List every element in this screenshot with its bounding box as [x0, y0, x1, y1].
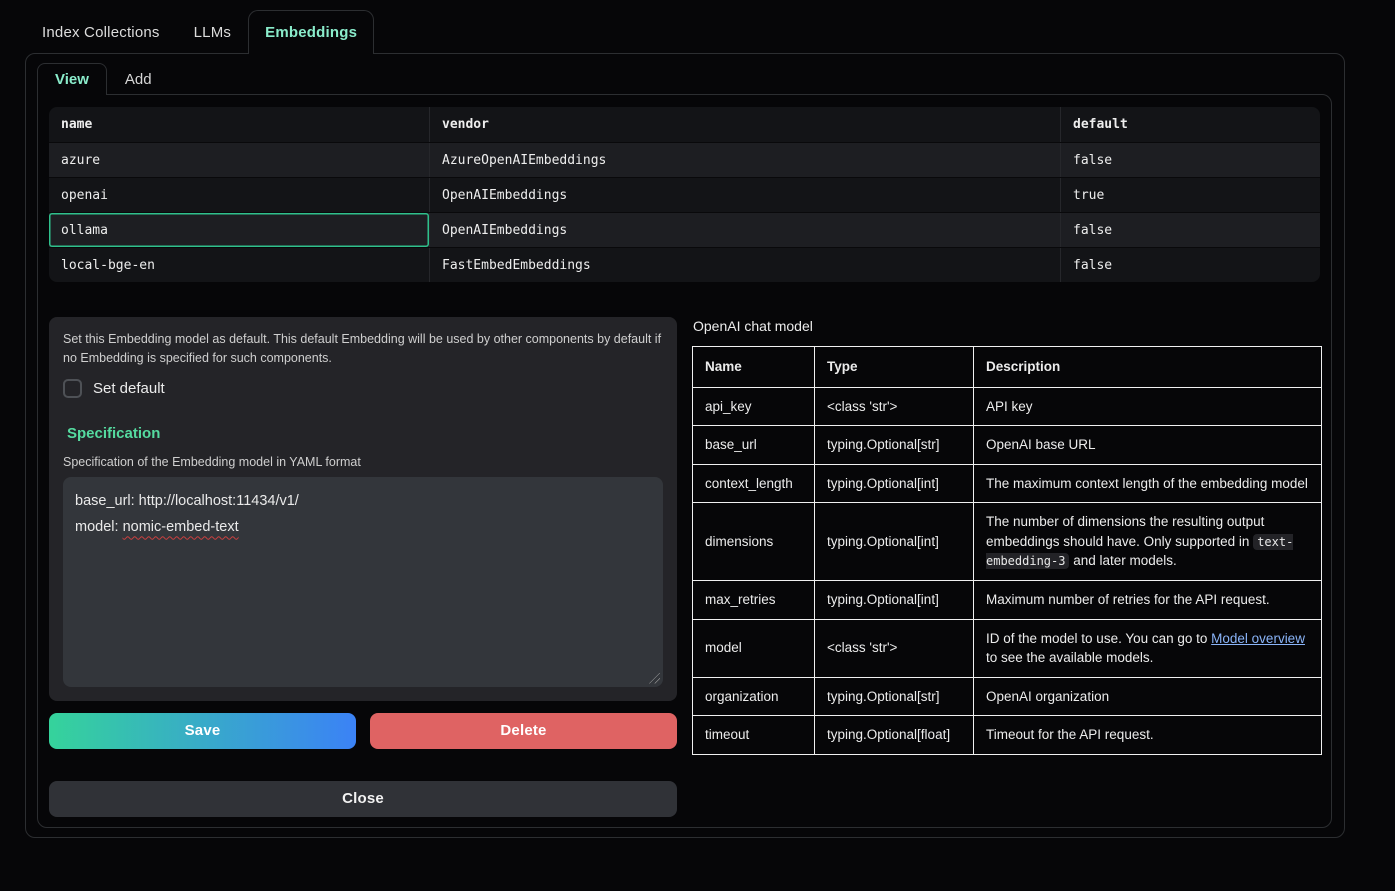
param-type: <class 'str'> — [815, 619, 974, 677]
cell-default: false — [1060, 213, 1320, 247]
param-name: max_retries — [693, 580, 815, 619]
delete-button[interactable]: Delete — [370, 713, 677, 749]
tab-add[interactable]: Add — [107, 63, 170, 94]
textarea-resize-handle[interactable] — [649, 673, 660, 684]
param-name: model — [693, 619, 815, 677]
param-type: typing.Optional[float] — [815, 716, 974, 755]
cell-vendor: OpenAIEmbeddings — [429, 178, 1060, 212]
param-row-context-length: context_length typing.Optional[int] The … — [693, 464, 1322, 503]
table-row-azure[interactable]: azure AzureOpenAIEmbeddings false — [49, 142, 1320, 177]
cell-name[interactable]: openai — [49, 178, 429, 212]
param-type: typing.Optional[int] — [815, 464, 974, 503]
param-type: <class 'str'> — [815, 387, 974, 426]
cell-default: false — [1060, 248, 1320, 282]
params-table: Name Type Description api_key <class 'st… — [692, 346, 1322, 755]
param-name: context_length — [693, 464, 815, 503]
specification-heading: Specification — [67, 425, 663, 442]
set-default-checkbox-row[interactable]: Set default — [63, 379, 663, 398]
table-header-row: name vendor default — [49, 107, 1320, 142]
param-row-dimensions: dimensions typing.Optional[int] The numb… — [693, 503, 1322, 581]
set-default-checkbox[interactable] — [63, 379, 82, 398]
param-row-api-key: api_key <class 'str'> API key — [693, 387, 1322, 426]
yaml-line-2: model: nomic-embed-text — [75, 514, 651, 541]
param-name: api_key — [693, 387, 815, 426]
cell-name-selected[interactable]: ollama — [49, 213, 429, 247]
param-name: dimensions — [693, 503, 815, 581]
param-name: base_url — [693, 426, 815, 465]
param-row-organization: organization typing.Optional[str] OpenAI… — [693, 677, 1322, 716]
sub-tab-bar: View Add — [37, 63, 1332, 94]
column-header-default: default — [1060, 107, 1320, 142]
save-button[interactable]: Save — [49, 713, 356, 749]
param-description: API key — [974, 387, 1322, 426]
table-row-local-bge-en[interactable]: local-bge-en FastEmbedEmbeddings false — [49, 247, 1320, 282]
table-row-openai[interactable]: openai OpenAIEmbeddings true — [49, 177, 1320, 212]
tab-llms[interactable]: LLMs — [177, 10, 248, 53]
param-description: Maximum number of retries for the API re… — [974, 580, 1322, 619]
view-panel: name vendor default azure AzureOpenAIEmb… — [37, 94, 1332, 828]
embeddings-panel: View Add name vendor default azure Azure… — [25, 53, 1345, 838]
cell-vendor: AzureOpenAIEmbeddings — [429, 143, 1060, 177]
param-name: timeout — [693, 716, 815, 755]
param-name: organization — [693, 677, 815, 716]
param-description: OpenAI organization — [974, 677, 1322, 716]
main-tab-bar: Index Collections LLMs Embeddings — [25, 10, 1395, 53]
cell-vendor: OpenAIEmbeddings — [429, 213, 1060, 247]
cell-default: false — [1060, 143, 1320, 177]
default-settings-box: Set this Embedding model as default. Thi… — [49, 317, 677, 701]
cell-default: true — [1060, 178, 1320, 212]
param-type: typing.Optional[int] — [815, 503, 974, 581]
table-row-ollama-selected[interactable]: ollama OpenAIEmbeddings false — [49, 212, 1320, 247]
param-description: OpenAI base URL — [974, 426, 1322, 465]
param-description: ID of the model to use. You can go to Mo… — [974, 619, 1322, 677]
tab-index-collections[interactable]: Index Collections — [25, 10, 177, 53]
params-header-row: Name Type Description — [693, 347, 1322, 388]
model-overview-link[interactable]: Model overview — [1211, 631, 1305, 646]
params-col-type: Type — [815, 347, 974, 388]
tab-embeddings[interactable]: Embeddings — [248, 10, 374, 54]
param-type: typing.Optional[int] — [815, 580, 974, 619]
params-col-description: Description — [974, 347, 1322, 388]
cell-vendor: FastEmbedEmbeddings — [429, 248, 1060, 282]
param-row-timeout: timeout typing.Optional[float] Timeout f… — [693, 716, 1322, 755]
yaml-line-1: base_url: http://localhost:11434/v1/ — [75, 488, 651, 515]
params-col-name: Name — [693, 347, 815, 388]
param-row-model: model <class 'str'> ID of the model to u… — [693, 619, 1322, 677]
cell-name[interactable]: local-bge-en — [49, 248, 429, 282]
set-default-label: Set default — [93, 380, 165, 397]
column-header-name: name — [49, 107, 429, 142]
close-button[interactable]: Close — [49, 781, 677, 817]
param-description: Timeout for the API request. — [974, 716, 1322, 755]
tab-view[interactable]: View — [37, 63, 107, 95]
column-header-vendor: vendor — [429, 107, 1060, 142]
edit-column: Set this Embedding model as default. Thi… — [49, 317, 677, 817]
param-type: typing.Optional[str] — [815, 426, 974, 465]
specification-caption: Specification of the Embedding model in … — [63, 455, 663, 469]
param-description: The maximum context length of the embedd… — [974, 464, 1322, 503]
param-description: The number of dimensions the resulting o… — [974, 503, 1322, 581]
param-row-base-url: base_url typing.Optional[str] OpenAI bas… — [693, 426, 1322, 465]
cell-name[interactable]: azure — [49, 143, 429, 177]
misspelled-word: nomic-embed-text — [123, 519, 239, 535]
set-default-description: Set this Embedding model as default. Thi… — [63, 330, 663, 368]
params-column: OpenAI chat model Name Type Description … — [692, 317, 1320, 817]
embeddings-table: name vendor default azure AzureOpenAIEmb… — [49, 107, 1320, 282]
params-panel-title: OpenAI chat model — [693, 318, 1320, 334]
param-type: typing.Optional[str] — [815, 677, 974, 716]
param-row-max-retries: max_retries typing.Optional[int] Maximum… — [693, 580, 1322, 619]
yaml-spec-textarea[interactable]: base_url: http://localhost:11434/v1/ mod… — [63, 477, 663, 687]
